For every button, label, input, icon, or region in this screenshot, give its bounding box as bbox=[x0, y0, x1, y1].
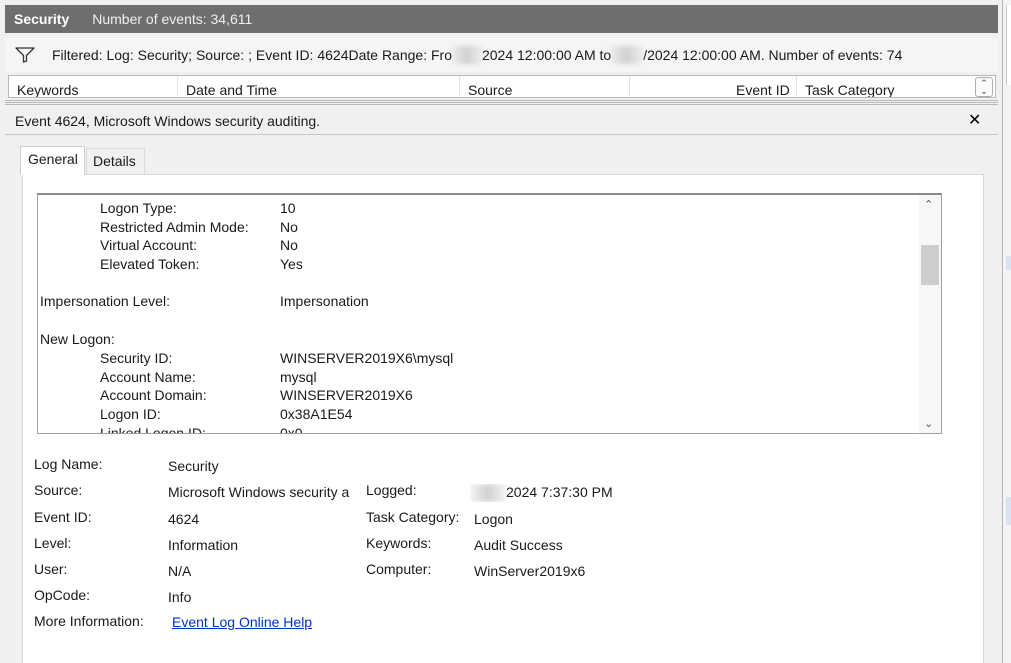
computer-value: WinServer2019x6 bbox=[474, 563, 586, 579]
filter-text-mid: 2024 12:00:00 AM to bbox=[481, 47, 612, 63]
log-title-bar: Security Number of events: 34,611 bbox=[5, 5, 998, 33]
logged-value: 2024 7:37:30 PM bbox=[470, 484, 613, 503]
event-log-help-link[interactable]: Event Log Online Help bbox=[172, 614, 312, 630]
chevron-down-icon[interactable]: ⌄ bbox=[924, 417, 933, 430]
divider bbox=[5, 134, 998, 135]
scrollbar-thumb[interactable] bbox=[921, 245, 939, 285]
list-scroll-button[interactable]: ⌃ ⌄ bbox=[975, 77, 993, 97]
funnel-icon bbox=[15, 47, 35, 63]
description-scrollbar[interactable]: ⌃ ⌄ bbox=[919, 195, 941, 433]
filter-bar: Filtered: Log: Security; Source: ; Event… bbox=[5, 38, 998, 72]
log-name-value: Security bbox=[168, 458, 219, 474]
column-date-time[interactable]: Date and Time bbox=[178, 82, 277, 97]
keywords-value: Audit Success bbox=[474, 537, 563, 553]
tab-details[interactable]: Details bbox=[86, 148, 145, 175]
level-value: Information bbox=[168, 537, 239, 553]
column-keywords[interactable]: Keywords bbox=[9, 82, 78, 97]
redacted-date bbox=[470, 484, 506, 503]
redacted-date bbox=[451, 46, 482, 64]
filter-text-suffix: /2024 12:00:00 AM. Number of events: 74 bbox=[643, 47, 903, 63]
event-id-label: Event ID: bbox=[34, 509, 92, 525]
opcode-label: OpCode: bbox=[34, 587, 91, 603]
log-title: Security bbox=[14, 11, 70, 27]
source-value: Microsoft Windows security a bbox=[168, 484, 350, 500]
source-label: Source: bbox=[34, 482, 83, 498]
column-divider[interactable] bbox=[629, 76, 630, 97]
computer-label: Computer: bbox=[366, 561, 432, 577]
event-viewer-pane: Security Number of events: 34,611 Filter… bbox=[0, 0, 1003, 663]
event-description[interactable]: Logon Type: 10 Restricted Admin Mode: No… bbox=[37, 193, 942, 434]
filter-text-prefix: Filtered: Log: Security; Source: ; Event… bbox=[52, 47, 452, 63]
pane-splitter[interactable] bbox=[5, 100, 998, 106]
close-icon[interactable]: ✕ bbox=[968, 110, 981, 130]
event-list-header: Keywords Date and Time Source Event ID T… bbox=[8, 75, 996, 98]
event-panel-title: Event 4624, Microsoft Windows security a… bbox=[15, 113, 321, 129]
more-info-label: More Information: bbox=[34, 613, 144, 629]
column-task-category[interactable]: Task Category bbox=[797, 82, 894, 97]
adjacent-pane-edge bbox=[1003, 0, 1011, 663]
redacted-date bbox=[611, 46, 644, 64]
chevron-up-icon[interactable]: ⌃ bbox=[924, 198, 933, 211]
chevron-down-icon: ⌄ bbox=[980, 86, 988, 96]
user-value: N/A bbox=[168, 563, 192, 579]
event-id-value: 4624 bbox=[168, 511, 200, 527]
level-label: Level: bbox=[34, 535, 72, 551]
opcode-value: Info bbox=[168, 589, 192, 605]
log-name-label: Log Name: bbox=[34, 456, 103, 472]
task-category-value: Logon bbox=[474, 511, 513, 527]
column-source[interactable]: Source bbox=[460, 82, 512, 97]
task-category-label: Task Category: bbox=[366, 509, 460, 525]
event-count: Number of events: 34,611 bbox=[92, 11, 253, 27]
tab-general[interactable]: General bbox=[20, 146, 85, 175]
keywords-label: Keywords: bbox=[366, 535, 432, 551]
column-event-id[interactable]: Event ID bbox=[728, 82, 790, 97]
user-label: User: bbox=[34, 561, 68, 577]
logged-label: Logged: bbox=[366, 482, 417, 498]
